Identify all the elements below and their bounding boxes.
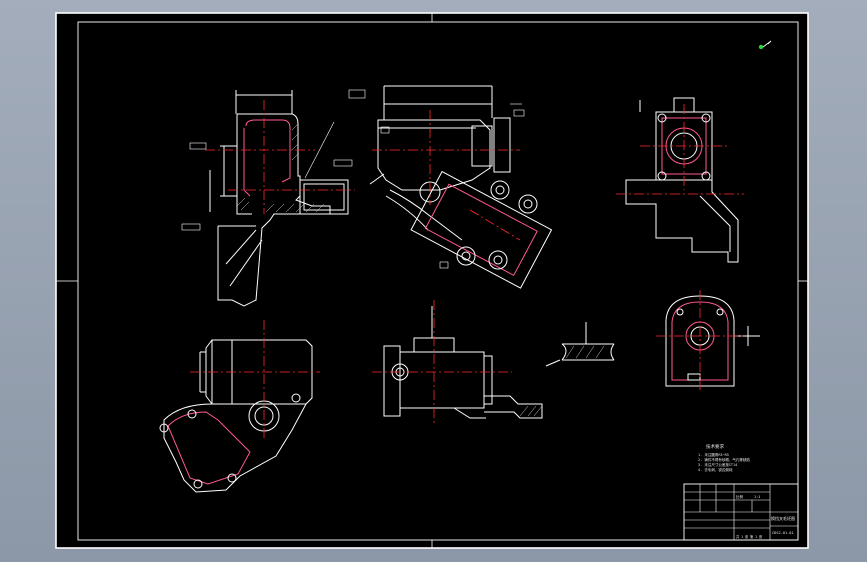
- notes-line-3: 3. 未注尺寸公差按IT14: [698, 462, 737, 467]
- notes-line-4: 4. 去毛刺，锐边倒钝: [698, 467, 733, 472]
- title-scale-label: 比例: [736, 494, 744, 499]
- title-scale-value: 1:1: [754, 495, 760, 499]
- notes-line-1: 1. 未注圆角R3~R5: [698, 452, 729, 457]
- title-sheet-label: 共 1 张 第 1 张: [736, 534, 763, 539]
- notes-line-2: 2. 铸件不得有砂眼、气孔等缺陷: [698, 457, 750, 462]
- title-drawing-code: CDSJ-01-01: [772, 531, 794, 535]
- cad-viewport[interactable]: 技术要求 1. 未注圆角R3~R5 2. 铸件不得有砂眼、气孔等缺陷 3. 未注…: [0, 0, 867, 562]
- sheet-outer-border: [55, 12, 809, 549]
- notes-heading: 技术要求: [706, 443, 724, 450]
- drawing-canvas[interactable]: 技术要求 1. 未注圆角R3~R5 2. 铸件不得有砂眼、气孔等缺陷 3. 未注…: [0, 0, 867, 562]
- title-part-name: 换挡叉毛坯图: [771, 515, 795, 521]
